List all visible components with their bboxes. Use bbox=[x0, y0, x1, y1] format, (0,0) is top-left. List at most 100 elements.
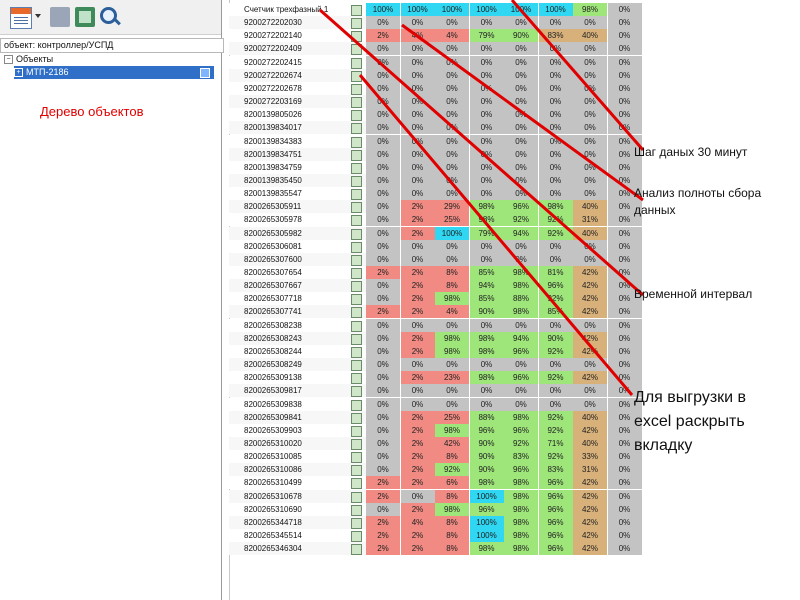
completeness-cell[interactable]: 0% bbox=[538, 239, 574, 253]
completeness-cell[interactable]: 0% bbox=[538, 81, 574, 95]
completeness-cell[interactable]: 0% bbox=[469, 384, 505, 398]
completeness-cell[interactable]: 0% bbox=[435, 173, 470, 187]
completeness-cell[interactable]: 90% bbox=[469, 305, 505, 319]
completeness-cell[interactable]: 2% bbox=[366, 29, 401, 43]
completeness-cell[interactable]: 0% bbox=[538, 160, 574, 174]
collapse-icon[interactable]: − bbox=[4, 55, 13, 65]
completeness-cell[interactable]: 42% bbox=[435, 436, 470, 450]
completeness-cell[interactable]: 0% bbox=[366, 436, 401, 450]
completeness-cell[interactable]: 98% bbox=[504, 529, 539, 542]
completeness-cell[interactable]: 0% bbox=[400, 134, 436, 148]
completeness-cell[interactable]: 85% bbox=[538, 305, 574, 319]
completeness-cell[interactable]: 0% bbox=[607, 226, 643, 240]
completeness-cell[interactable]: 0% bbox=[607, 29, 643, 43]
completeness-cell[interactable]: 2% bbox=[400, 436, 436, 450]
completeness-cell[interactable]: 94% bbox=[469, 279, 505, 293]
completeness-cell[interactable]: 0% bbox=[538, 134, 574, 148]
completeness-cell[interactable]: 100% bbox=[366, 3, 401, 16]
completeness-cell[interactable]: 0% bbox=[573, 68, 608, 82]
completeness-cell[interactable]: 96% bbox=[504, 423, 539, 437]
completeness-cell[interactable]: 2% bbox=[400, 423, 436, 437]
completeness-cell[interactable]: 0% bbox=[469, 173, 505, 187]
completeness-cell[interactable]: 81% bbox=[538, 266, 574, 279]
completeness-cell[interactable]: 33% bbox=[573, 450, 608, 464]
completeness-cell[interactable]: 2% bbox=[400, 463, 436, 477]
completeness-cell[interactable]: 40% bbox=[573, 200, 608, 214]
completeness-cell[interactable]: 42% bbox=[573, 266, 608, 279]
completeness-cell[interactable]: 40% bbox=[573, 29, 608, 43]
completeness-cell[interactable]: 0% bbox=[366, 344, 401, 358]
completeness-cell[interactable]: 0% bbox=[573, 147, 608, 161]
completeness-cell[interactable]: 2% bbox=[366, 515, 401, 529]
completeness-cell[interactable]: 0% bbox=[607, 3, 643, 16]
completeness-cell[interactable]: 31% bbox=[573, 463, 608, 477]
completeness-cell[interactable]: 0% bbox=[469, 108, 505, 122]
completeness-cell[interactable]: 90% bbox=[538, 331, 574, 345]
completeness-cell[interactable]: 0% bbox=[366, 173, 401, 187]
completeness-cell[interactable]: 0% bbox=[607, 542, 643, 556]
completeness-cell[interactable]: 0% bbox=[469, 397, 505, 411]
completeness-cell[interactable]: 0% bbox=[607, 463, 643, 477]
completeness-cell[interactable]: 0% bbox=[366, 279, 401, 293]
completeness-cell[interactable]: 0% bbox=[366, 226, 401, 240]
completeness-cell[interactable]: 92% bbox=[538, 371, 574, 385]
completeness-cell[interactable]: 0% bbox=[366, 200, 401, 214]
completeness-cell[interactable]: 98% bbox=[504, 279, 539, 293]
completeness-cell[interactable]: 0% bbox=[469, 160, 505, 174]
completeness-cell[interactable]: 96% bbox=[538, 489, 574, 503]
completeness-cell[interactable]: 0% bbox=[538, 68, 574, 82]
completeness-cell[interactable]: 42% bbox=[573, 476, 608, 490]
completeness-cell[interactable]: 0% bbox=[573, 318, 608, 332]
completeness-cell[interactable]: 0% bbox=[538, 358, 574, 372]
completeness-cell[interactable]: 0% bbox=[435, 187, 470, 201]
completeness-cell[interactable]: 0% bbox=[435, 239, 470, 253]
completeness-cell[interactable]: 100% bbox=[469, 515, 505, 529]
completeness-cell[interactable]: 29% bbox=[435, 200, 470, 214]
completeness-cell[interactable]: 0% bbox=[504, 147, 539, 161]
completeness-cell[interactable]: 0% bbox=[573, 173, 608, 187]
completeness-cell[interactable]: 0% bbox=[366, 213, 401, 227]
completeness-cell[interactable]: 0% bbox=[607, 160, 643, 174]
completeness-cell[interactable]: 92% bbox=[435, 463, 470, 477]
completeness-cell[interactable]: 8% bbox=[435, 515, 470, 529]
completeness-cell[interactable]: 0% bbox=[435, 55, 470, 69]
completeness-cell[interactable]: 0% bbox=[504, 121, 539, 135]
completeness-cell[interactable]: 8% bbox=[435, 542, 470, 556]
completeness-cell[interactable]: 0% bbox=[366, 160, 401, 174]
completeness-cell[interactable]: 98% bbox=[504, 476, 539, 490]
completeness-cell[interactable]: 98% bbox=[435, 292, 470, 306]
completeness-cell[interactable]: 92% bbox=[504, 436, 539, 450]
completeness-cell[interactable]: 0% bbox=[366, 502, 401, 516]
completeness-cell[interactable]: 0% bbox=[573, 121, 608, 135]
completeness-cell[interactable]: 0% bbox=[366, 81, 401, 95]
completeness-cell[interactable]: 2% bbox=[400, 502, 436, 516]
completeness-cell[interactable]: 0% bbox=[607, 318, 643, 332]
completeness-cell[interactable]: 0% bbox=[400, 187, 436, 201]
completeness-cell[interactable]: 0% bbox=[435, 108, 470, 122]
completeness-cell[interactable]: 0% bbox=[504, 108, 539, 122]
completeness-cell[interactable]: 0% bbox=[366, 358, 401, 372]
completeness-cell[interactable]: 0% bbox=[607, 252, 643, 266]
completeness-cell[interactable]: 0% bbox=[435, 68, 470, 82]
completeness-cell[interactable]: 2% bbox=[400, 344, 436, 358]
dropdown-arrow-icon[interactable] bbox=[35, 14, 41, 18]
completeness-cell[interactable]: 2% bbox=[366, 542, 401, 556]
completeness-cell[interactable]: 94% bbox=[504, 226, 539, 240]
completeness-cell[interactable]: 0% bbox=[607, 16, 643, 30]
completeness-cell[interactable]: 0% bbox=[504, 384, 539, 398]
completeness-cell[interactable]: 88% bbox=[469, 410, 505, 424]
completeness-cell[interactable]: 0% bbox=[366, 16, 401, 30]
completeness-cell[interactable]: 0% bbox=[366, 134, 401, 148]
completeness-cell[interactable]: 0% bbox=[538, 95, 574, 109]
completeness-cell[interactable]: 0% bbox=[607, 173, 643, 187]
completeness-cell[interactable]: 0% bbox=[400, 42, 436, 56]
completeness-cell[interactable]: 0% bbox=[538, 397, 574, 411]
export-icon[interactable] bbox=[75, 7, 95, 27]
completeness-cell[interactable]: 98% bbox=[504, 305, 539, 319]
completeness-cell[interactable]: 0% bbox=[573, 42, 608, 56]
completeness-cell[interactable]: 96% bbox=[538, 542, 574, 556]
completeness-cell[interactable]: 0% bbox=[366, 95, 401, 109]
completeness-cell[interactable]: 42% bbox=[573, 529, 608, 542]
completeness-cell[interactable]: 0% bbox=[435, 81, 470, 95]
completeness-cell[interactable]: 0% bbox=[366, 187, 401, 201]
